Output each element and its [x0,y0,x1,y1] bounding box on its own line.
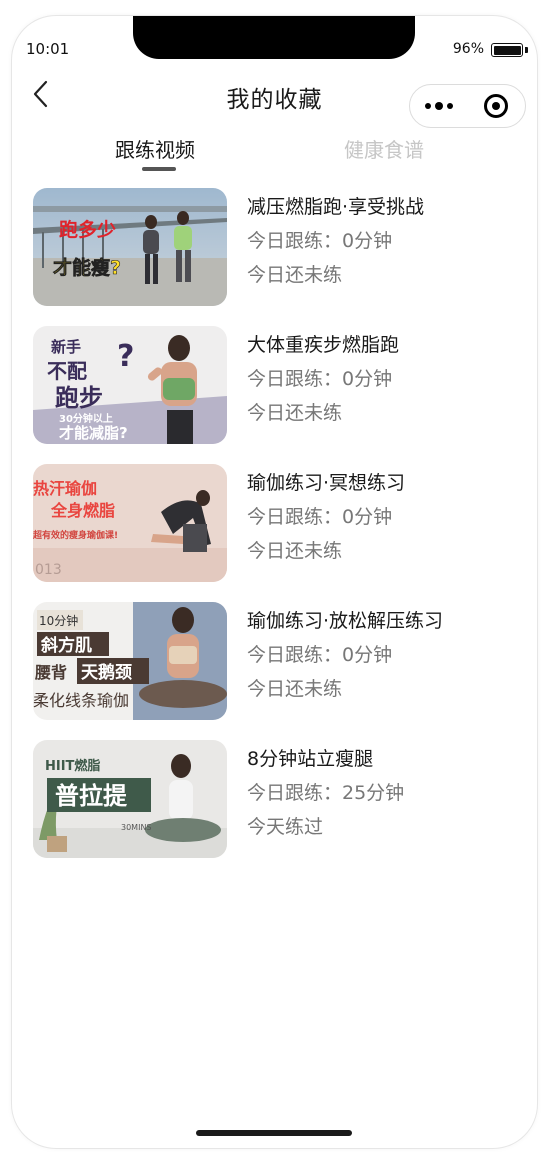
thumb-text: 才能减脂? [59,424,128,442]
practice-status: 今日还未练 [247,678,343,700]
practice-status: 今日还未练 [247,402,343,424]
thumb-text: 10分钟 [39,613,78,628]
thumb-text: 新手 [51,338,81,356]
favorites-list: 跑多少 才能瘦? 减压燃脂跑·享受挑战 今日跟练：0分钟 今日还未练 新手 不配… [33,188,517,878]
tab-follow-video[interactable]: 跟练视频 [115,134,195,163]
list-item[interactable]: 新手 不配 ? 跑步 30分钟以上 才能减脂? 大体重疾步燃脂跑 今日跟练：0分… [33,326,517,464]
status-time: 10:01 [26,40,70,58]
today-duration: 今日跟练：0分钟 [247,644,393,666]
thumb-text: HIIT燃脂 [45,758,100,774]
list-item[interactable]: 热汗瑜伽 全身燃脂 超有效的瘦身瑜伽课! 013 瑜伽练习·冥想练习 今日跟练：… [33,464,517,602]
svg-text:?: ? [117,339,134,374]
video-title: 减压燃脂跑·享受挑战 [247,196,425,218]
home-indicator[interactable] [196,1130,352,1136]
video-thumbnail: HIIT燃脂 普拉提 30MINS [33,740,227,858]
tab-bar: 跟练视频 健康食谱 [12,134,537,174]
battery-icon [491,43,523,57]
thumb-text: 天鹅颈 [81,662,132,683]
thumb-text: 腰背 [35,663,67,682]
list-item[interactable]: 10分钟 斜方肌 腰背 天鹅颈 柔化线条瑜伽 瑜伽练习·放松解压练习 今日跟练：… [33,602,517,740]
video-title: 瑜伽练习·冥想练习 [247,472,406,494]
thumb-text: 柔化线条瑜伽 [33,691,129,710]
video-thumbnail: 10分钟 斜方肌 腰背 天鹅颈 柔化线条瑜伽 [33,602,227,720]
video-thumbnail: 跑多少 才能瘦? [33,188,227,306]
practice-status: 今天练过 [247,816,324,838]
thumb-text: 跑多少 [59,218,116,241]
practice-status: 今日还未练 [247,264,343,286]
thumb-text: 013 [35,562,62,578]
thumb-text: 不配 [47,359,87,383]
video-title: 瑜伽练习·放松解压练习 [247,610,444,632]
thumb-text: 跑步 [55,384,103,412]
thumb-text: 热汗瑜伽 [33,479,97,498]
today-duration: 今日跟练：0分钟 [247,230,393,252]
video-title: 8分钟站立瘦腿 [247,748,374,770]
video-title: 大体重疾步燃脂跑 [247,334,400,356]
video-thumbnail: 热汗瑜伽 全身燃脂 超有效的瘦身瑜伽课! 013 [33,464,227,582]
thumb-text: 才能瘦? [53,256,121,279]
close-target-icon[interactable] [468,85,526,127]
battery-tip [525,47,528,53]
practice-status: 今日还未练 [247,540,343,562]
list-item[interactable]: HIIT燃脂 普拉提 30MINS 8分钟站立瘦腿 今日跟练：25分钟 今天练过 [33,740,517,878]
today-duration: 今日跟练：0分钟 [247,506,393,528]
thumb-text: 超有效的瘦身瑜伽课! [33,529,118,541]
phone-frame: 10:01 96% 我的收藏 跟练视频 健康食谱 跑多少 才能瘦? 减压燃脂跑·… [12,16,537,1148]
thumb-text: 30MINS [121,823,152,832]
today-duration: 今日跟练：25分钟 [247,782,405,804]
battery-percent: 96% [452,41,484,57]
notch [133,16,415,59]
thumb-text: 斜方肌 [40,635,92,656]
video-thumbnail: 新手 不配 ? 跑步 30分钟以上 才能减脂? [33,326,227,444]
today-duration: 今日跟练：0分钟 [247,368,393,390]
list-item[interactable]: 跑多少 才能瘦? 减压燃脂跑·享受挑战 今日跟练：0分钟 今日还未练 [33,188,517,326]
more-icon[interactable] [410,85,468,127]
thumb-text: 全身燃脂 [50,501,115,520]
tab-healthy-recipe[interactable]: 健康食谱 [344,134,424,163]
thumb-text: 普拉提 [55,782,128,810]
tab-indicator [142,167,176,171]
mini-program-capsule [409,84,526,128]
